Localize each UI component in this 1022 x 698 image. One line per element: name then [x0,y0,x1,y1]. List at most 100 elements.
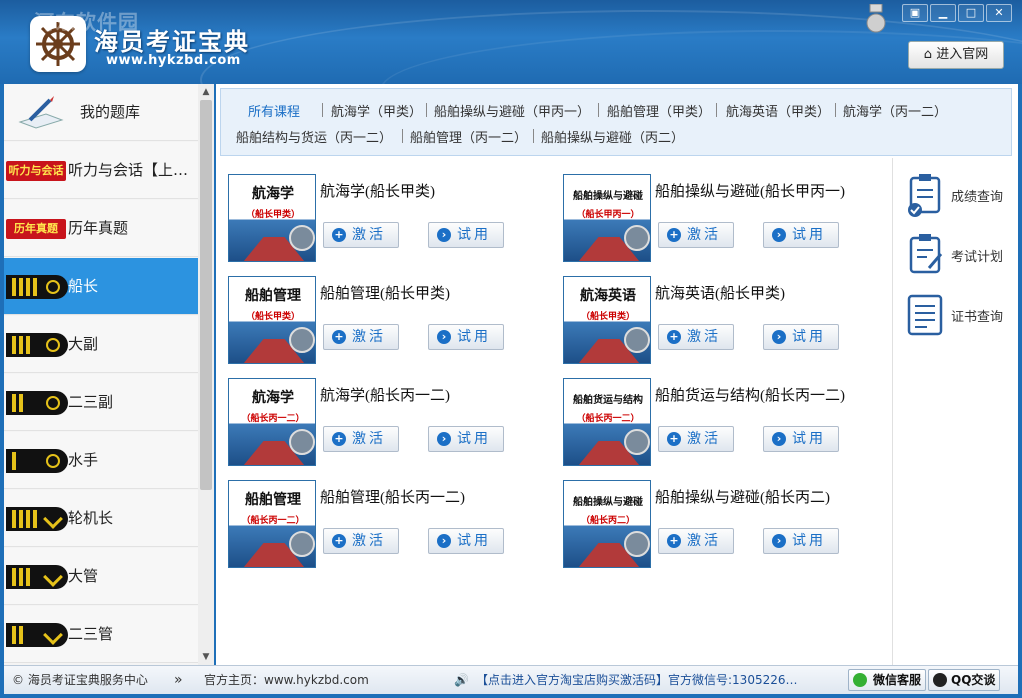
expand-chevron-icon[interactable]: » [174,666,183,694]
arrow-right-icon: › [437,228,451,242]
tab-ship-management-c[interactable]: 船舶管理（丙一二） [410,127,527,146]
homepage-link[interactable]: 官方主页：www.hykzbd.com [204,666,369,694]
plus-icon: + [332,228,346,242]
sidebar-item-past-exams[interactable]: 历年真题 历年真题 [4,200,198,257]
past-exams-badge-icon: 历年真题 [6,219,66,239]
tab-ship-handling-a[interactable]: 船舶操纵与避碰（甲丙一） [434,101,590,120]
cover-title: 船舶操纵与避碰 [573,191,643,202]
tab-ship-structure-c[interactable]: 船舶结构与货运（丙一二） [236,127,392,146]
trial-button[interactable]: › 试用 [763,222,839,248]
course-cover-image[interactable]: 航海学 （船长丙一二） [228,378,316,466]
scrollbar-thumb[interactable] [200,100,212,490]
wechat-service-label: 微信客服 [873,673,922,687]
course-cover-image[interactable]: 船舶操纵与避碰 （船长丙二） [563,480,651,568]
trial-button[interactable]: › 试用 [428,528,504,554]
course-cover-image[interactable]: 航海英语 （船长甲类） [563,276,651,364]
qq-chat-button[interactable]: QQ交谈 [928,669,1000,691]
title-bar: 河东软件园 海员考证宝典 www.hykzbd.com ▣ ▁ □ ✕ ⌂ 进入… [0,0,1022,84]
cover-title: 船舶管理 [245,492,301,508]
sidebar-item-listening[interactable]: 听力与会话 听力与会话【上… [4,142,198,199]
pin-button[interactable]: ▣ [902,4,928,22]
activate-button[interactable]: + 激活 [323,324,399,350]
activate-button[interactable]: + 激活 [658,324,734,350]
course-cover-image[interactable]: 船舶管理 （船长甲类） [228,276,316,364]
cover-subtitle: （船长甲类） [245,210,300,220]
activate-button[interactable]: + 激活 [323,426,399,452]
exam-plan-button[interactable]: 考试计划 [905,232,1015,282]
sidebar-item-chief-engineer[interactable]: 轮机长 [4,490,198,547]
tab-ship-management-a[interactable]: 船舶管理（甲类） [607,101,711,120]
activate-button[interactable]: + 激活 [323,528,399,554]
minimize-button[interactable]: ▁ [930,4,956,22]
plus-icon: + [332,534,346,548]
activate-button[interactable]: + 激活 [323,222,399,248]
wechat-icon [853,673,867,687]
sidebar-item-label: 轮机长 [68,509,114,527]
tab-maritime-english-a[interactable]: 航海英语（甲类） [726,101,830,120]
sidebar-item-label: 我的题库 [80,103,141,121]
sidebar-item-my-question-bank[interactable]: 我的题库 [4,84,198,141]
tab-separator [402,129,403,143]
tab-separator [598,103,599,117]
sidebar-item-sailor[interactable]: 水手 [4,432,198,489]
course-cover-image[interactable]: 航海学 （船长甲类） [228,174,316,262]
epaulette-3-stripes-icon [6,333,68,357]
course-card: 船舶操纵与避碰 （船长丙二） 船舶操纵与避碰(船长丙二) + 激活 › 试用 [563,480,883,572]
sidebar-item-captain[interactable]: 船长 [4,258,198,315]
plus-icon: + [667,330,681,344]
sidebar-item-label: 二三管 [68,625,114,643]
tab-navigation-a[interactable]: 航海学（甲类） [331,101,422,120]
emblem-icon [289,225,315,251]
activate-button[interactable]: + 激活 [658,426,734,452]
tab-navigation-c[interactable]: 航海学（丙一二） [843,101,947,120]
course-cover-image[interactable]: 船舶管理 （船长丙一二） [228,480,316,568]
trial-button[interactable]: › 试用 [763,324,839,350]
activate-button[interactable]: + 激活 [658,528,734,554]
taobao-promo-link[interactable]: 【点击进入官方淘宝店购买激活码】官方微信号:1305226… [476,666,798,694]
tab-ship-handling-c[interactable]: 船舶操纵与避碰（丙二） [541,127,684,146]
tab-all-courses[interactable]: 所有课程 [248,101,300,120]
cover-title: 船舶货运与结构 [573,395,643,406]
sidebar-scrollbar[interactable]: ▲ ▼ [198,84,214,665]
plus-icon: + [332,432,346,446]
plus-icon: + [667,432,681,446]
sidebar-item-first-engineer[interactable]: 大管 [4,548,198,605]
plus-icon: + [332,330,346,344]
sidebar-item-label: 大管 [68,567,99,585]
sidebar-item-label: 大副 [68,335,99,353]
scroll-up-arrow-icon[interactable]: ▲ [200,86,212,98]
engine-epaulette-3-stripes-icon [6,565,68,589]
sidebar-item-second-third-engineer[interactable]: 二三管 [4,606,198,663]
scroll-down-arrow-icon[interactable]: ▼ [200,651,212,663]
close-button[interactable]: ✕ [986,4,1012,22]
medal-icon[interactable] [864,4,888,34]
cover-title: 航海学 [252,390,294,406]
wechat-service-button[interactable]: 微信客服 [848,669,926,691]
course-card: 航海学 （船长甲类） 航海学(船长甲类) + 激活 › 试用 [228,174,548,266]
trial-button[interactable]: › 试用 [763,426,839,452]
speaker-icon: 🔊 [454,673,469,687]
status-bar: © 海员考证宝典服务中心 » 官方主页：www.hykzbd.com 🔊 【点击… [4,665,1018,694]
epaulette-1-stripe-icon [6,449,68,473]
trial-button[interactable]: › 试用 [428,222,504,248]
course-cover-image[interactable]: 船舶货运与结构 （船长丙一二） [563,378,651,466]
right-panel: 成绩查询 考试计划 证书查询 [892,158,1018,665]
app-url: www.hykzbd.com [106,53,241,68]
trial-button[interactable]: › 试用 [763,528,839,554]
trial-button[interactable]: › 试用 [428,324,504,350]
sidebar-item-second-third-officer[interactable]: 二三副 [4,374,198,431]
maximize-button[interactable]: □ [958,4,984,22]
emblem-icon [289,429,315,455]
sidebar-item-chief-officer[interactable]: 大副 [4,316,198,373]
certificate-query-button[interactable]: 证书查询 [905,292,1015,342]
arrow-right-icon: › [437,330,451,344]
enter-website-button[interactable]: ⌂ 进入官网 [908,41,1004,69]
cover-subtitle: （船长丙一二） [241,414,305,424]
pin-icon: ▣ [909,6,921,19]
score-query-button[interactable]: 成绩查询 [905,172,1015,222]
activate-button[interactable]: + 激活 [658,222,734,248]
certificate-icon [907,294,943,336]
course-cover-image[interactable]: 船舶操纵与避碰 （船长甲丙一） [563,174,651,262]
engine-epaulette-4-stripes-icon [6,507,68,531]
trial-button[interactable]: › 试用 [428,426,504,452]
